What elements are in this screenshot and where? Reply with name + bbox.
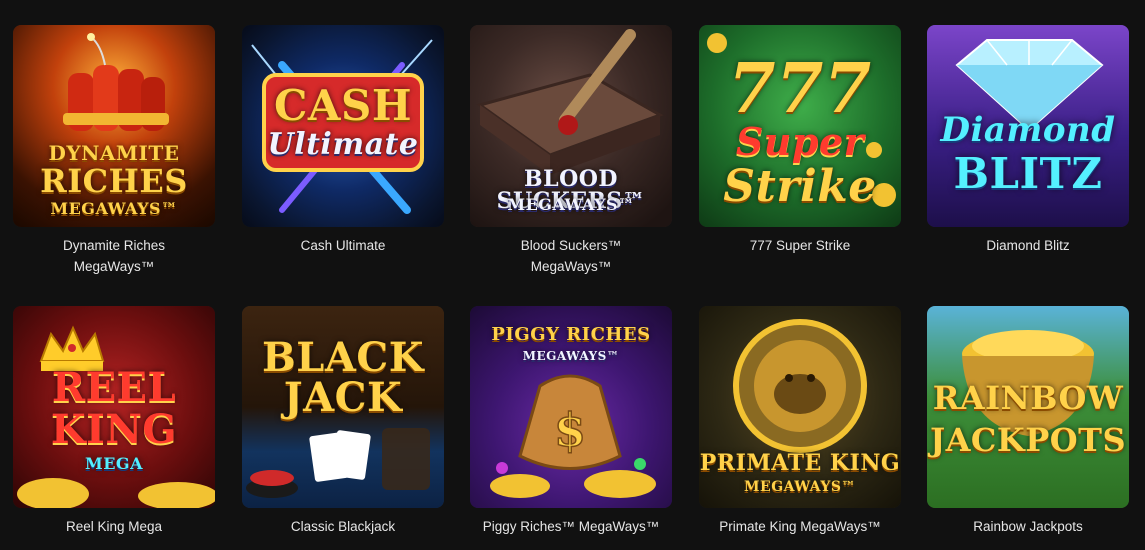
game-caption-line: Rainbow Jackpots (973, 519, 1083, 534)
game-logo-line: REEL (51, 364, 177, 411)
game-logo-line: Super (735, 119, 865, 164)
game-logo-line: BLACK (261, 334, 425, 381)
game-tile-diamond-blitz[interactable]: Diamond BLITZ (927, 25, 1129, 227)
game-caption[interactable]: Diamond Blitz (927, 235, 1129, 256)
game-tile-primate-king[interactable]: PRIMATE KING MEGAWAYS™ (699, 306, 901, 508)
game-artwork (699, 306, 901, 508)
game-logo-line: MEGAWAYS™ (522, 349, 620, 363)
game-logo-line: DYNAMITE (48, 141, 180, 165)
game-logo-line: MEGAWAYS™ (744, 479, 856, 495)
game-logo-line: Ultimate (267, 127, 419, 162)
game-logo-line: CASH (273, 81, 413, 130)
game-logo-line: BLITZ (953, 149, 1103, 198)
game-caption-line: Piggy Riches™ MegaWays™ (482, 519, 660, 534)
game-tile-rainbow-jackpots[interactable]: RAINBOW JACKPOTS (927, 306, 1129, 508)
game-logo-line: JACK (283, 374, 403, 421)
game-caption[interactable]: Reel King Mega (13, 516, 215, 537)
game-tile-piggy-riches[interactable]: $ PIGGY RICHES MEGAWAYS™ (470, 306, 672, 508)
game-logo-line: RAINBOW (932, 379, 1124, 417)
game-logo-line: 777 (728, 49, 872, 129)
game-caption[interactable]: Classic Blackjack (242, 516, 444, 537)
game-caption-line: Reel King Mega (65, 519, 163, 534)
game-tile-reel-king-mega[interactable]: REEL KING MEGA (13, 306, 215, 508)
game-tile-blood-suckers[interactable]: BLOOD SUCKERS™ MEGAWAYS™ (470, 25, 672, 227)
game-logo-line: PIGGY RICHES (491, 324, 651, 345)
game-tile-dynamite-riches[interactable]: DYNAMITE RICHES MEGAWAYS™ (13, 25, 215, 227)
game-caption-line: 777 Super Strike (749, 238, 851, 253)
game-logo-line: Strike (723, 161, 877, 212)
game-logo-line: MEGAWAYS™ (50, 199, 178, 218)
game-caption[interactable]: Dynamite Riches MegaWays™ (13, 235, 215, 277)
game-caption-line: Classic Blackjack (290, 519, 396, 534)
game-grid: DYNAMITE RICHES MEGAWAYS™ Dynamite Riche… (0, 0, 1145, 550)
game-caption[interactable]: Cash Ultimate (242, 235, 444, 256)
game-tile-classic-blackjack[interactable]: BLACK JACK (242, 306, 444, 508)
game-tile-777-super-strike[interactable]: 777 Super Strike (699, 25, 901, 227)
game-logo-line: Diamond (940, 110, 1116, 150)
game-caption-line: Diamond Blitz (986, 238, 1070, 253)
game-caption-line: MegaWays™ (73, 259, 155, 274)
game-caption-line: Cash Ultimate (300, 238, 386, 253)
game-logo-line: MEGA (85, 454, 143, 473)
game-caption[interactable]: Rainbow Jackpots (927, 516, 1129, 537)
gorilla-icon (733, 319, 867, 453)
game-logo-line: PRIMATE KING (699, 450, 901, 476)
game-logo-line: RICHES (40, 162, 188, 200)
game-caption[interactable]: Blood Suckers™ MegaWays™ (470, 235, 672, 277)
game-caption[interactable]: 777 Super Strike (699, 235, 901, 256)
game-caption[interactable]: Piggy Riches™ MegaWays™ (470, 516, 672, 537)
game-tile-cash-ultimate[interactable]: CASH Ultimate (242, 25, 444, 227)
svg-text:$: $ (554, 403, 586, 457)
game-logo-line: KING (50, 406, 178, 453)
game-logo-line: JACKPOTS (929, 421, 1127, 459)
game-logo-line: MEGAWAYS™ (507, 195, 635, 214)
game-caption-line: MegaWays™ (530, 259, 612, 274)
game-caption-line: Primate King MegaWays™ (719, 519, 881, 534)
game-caption-line: Blood Suckers™ (520, 238, 622, 253)
game-caption-line: Dynamite Riches (62, 238, 166, 253)
game-caption[interactable]: Primate King MegaWays™ (699, 516, 901, 537)
